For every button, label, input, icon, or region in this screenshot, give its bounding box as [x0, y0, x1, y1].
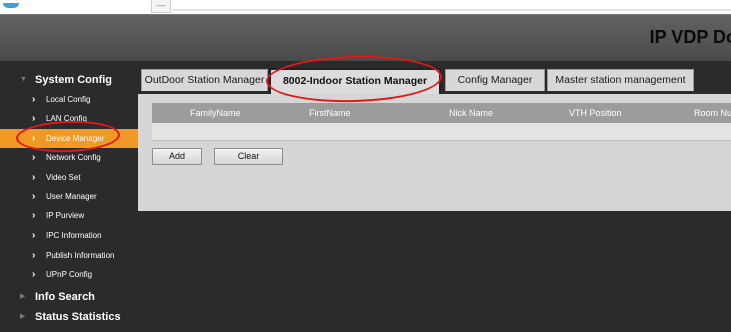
- table-header: FamilyName FirstName Nick Name VTH Posit…: [152, 103, 731, 123]
- column-nick-name: Nick Name: [449, 108, 494, 118]
- clear-button[interactable]: Clear: [214, 148, 283, 165]
- sidebar-item-network-config[interactable]: › Network Config: [0, 148, 138, 167]
- main-content: OutDoor Station Manager 8002-Indoor Stat…: [138, 61, 731, 332]
- chevron-right-icon: ›: [32, 172, 36, 183]
- sidebar-item-label: Local Config: [46, 95, 91, 104]
- sidebar-section-label: Info Search: [35, 291, 95, 303]
- minimize-button[interactable]: —: [151, 0, 171, 13]
- logo-icon: [3, 3, 19, 8]
- sidebar-item-user-manager[interactable]: › User Manager: [0, 187, 138, 206]
- chevron-right-icon: ›: [32, 133, 36, 144]
- sidebar-item-label: Network Config: [46, 153, 101, 162]
- sidebar-section-label: Status Statistics: [35, 311, 121, 323]
- chevron-right-icon: ›: [32, 210, 36, 221]
- column-familyname: FamilyName: [190, 108, 241, 118]
- sidebar-item-label: LAN Config: [46, 114, 87, 123]
- chevron-right-icon: ›: [32, 94, 36, 105]
- sidebar-item-label: Device Manager: [46, 134, 105, 143]
- tab-bar: OutDoor Station Manager 8002-Indoor Stat…: [138, 61, 731, 94]
- sidebar-item-publish-information[interactable]: › Publish Information: [0, 246, 138, 265]
- sidebar-section-label: System Config: [35, 74, 113, 86]
- sidebar-item-label: Publish Information: [46, 251, 115, 260]
- sidebar-item-label: User Manager: [46, 192, 97, 201]
- add-button[interactable]: Add: [152, 148, 202, 165]
- chevron-right-icon: ›: [32, 152, 36, 163]
- triangle-right-icon: ▶: [20, 313, 26, 320]
- sidebar-item-device-manager[interactable]: › Device Manager: [0, 129, 138, 148]
- sidebar-section-system-config[interactable]: ▼ System Config: [0, 70, 138, 90]
- sidebar-item-label: UPnP Config: [46, 270, 93, 279]
- tab-indoor-station-manager[interactable]: 8002-Indoor Station Manager: [269, 68, 441, 94]
- tab-outdoor-station-manager[interactable]: OutDoor Station Manager: [141, 69, 268, 91]
- sidebar-item-label: Video Set: [46, 173, 81, 182]
- chevron-right-icon: ›: [32, 269, 36, 280]
- triangle-down-icon: ▼: [20, 76, 27, 83]
- top-divider: [172, 9, 731, 11]
- app-title: IP VDP Do: [649, 27, 731, 47]
- sidebar-item-ip-purview[interactable]: › IP Purview: [0, 206, 138, 225]
- app-header: IP VDP Do: [0, 14, 731, 61]
- triangle-right-icon: ▶: [20, 293, 26, 300]
- column-vth-position: VTH Position: [569, 108, 622, 118]
- chevron-right-icon: ›: [32, 230, 36, 241]
- sidebar-item-ipc-information[interactable]: › IPC Information: [0, 226, 138, 245]
- tab-master-station-management[interactable]: Master station management: [547, 69, 694, 91]
- sidebar-item-lan-config[interactable]: › LAN Config: [0, 109, 138, 128]
- column-firstname: FirstName: [309, 108, 351, 118]
- tab-config-manager[interactable]: Config Manager: [445, 69, 545, 91]
- sidebar-item-label: IP Purview: [46, 211, 85, 220]
- browser-top-strip: —: [0, 0, 731, 14]
- sidebar-section-status-statistics[interactable]: ▶ Status Statistics: [0, 307, 138, 327]
- sidebar: ▼ System Config › Local Config › LAN Con…: [0, 61, 138, 332]
- sidebar-item-local-config[interactable]: › Local Config: [0, 90, 138, 109]
- chevron-right-icon: ›: [32, 191, 36, 202]
- indoor-station-panel: FamilyName FirstName Nick Name VTH Posit…: [138, 94, 731, 211]
- sidebar-item-upnp-config[interactable]: › UPnP Config: [0, 265, 138, 284]
- table-row: [152, 123, 731, 141]
- column-room-number: Room Nu: [694, 108, 731, 118]
- sidebar-item-video-set[interactable]: › Video Set: [0, 168, 138, 187]
- sidebar-section-info-search[interactable]: ▶ Info Search: [0, 287, 138, 307]
- chevron-right-icon: ›: [32, 250, 36, 261]
- chevron-right-icon: ›: [32, 113, 36, 124]
- sidebar-item-label: IPC Information: [46, 231, 102, 240]
